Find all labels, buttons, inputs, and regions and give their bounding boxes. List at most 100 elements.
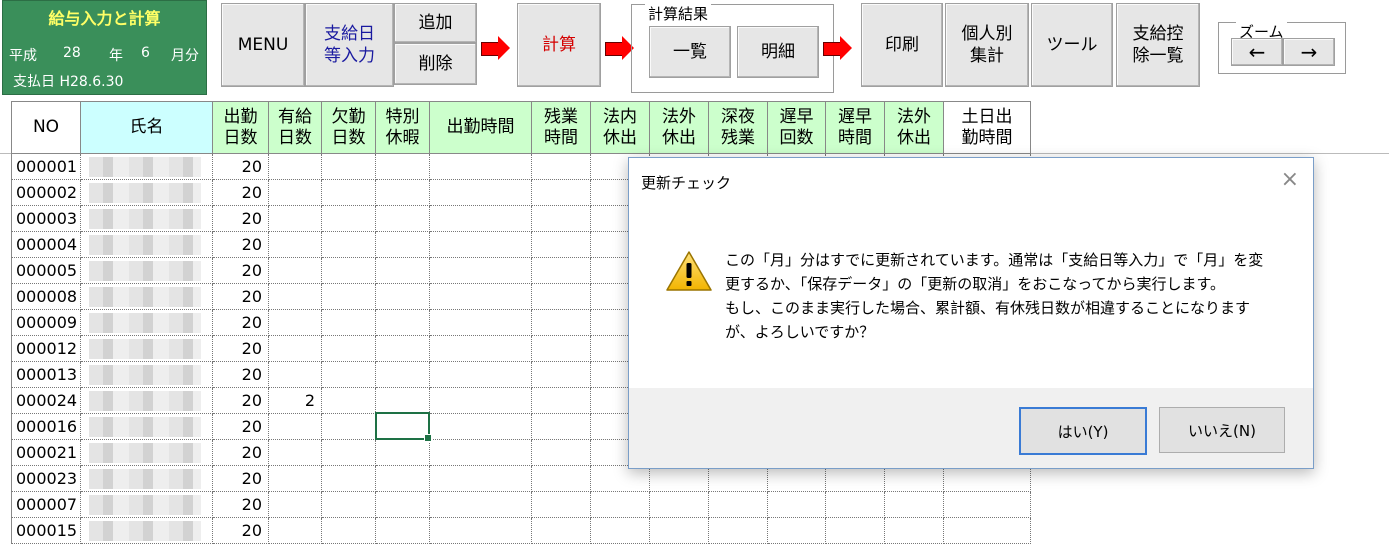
work-days-cell[interactable]: 20 (213, 232, 269, 258)
grid-cell[interactable] (944, 466, 1031, 492)
grid-cell[interactable] (591, 518, 650, 544)
grid-cell[interactable] (430, 180, 532, 206)
grid-cell[interactable] (591, 466, 650, 492)
paid-leave-cell[interactable] (269, 440, 322, 466)
grid-cell[interactable] (709, 492, 768, 518)
employee-no-cell[interactable]: 000001 (11, 154, 81, 180)
grid-cell[interactable] (322, 310, 376, 336)
zoom-in-button[interactable]: → (1283, 38, 1335, 66)
grid-cell[interactable] (591, 492, 650, 518)
work-days-cell[interactable]: 20 (213, 336, 269, 362)
grid-cell[interactable] (826, 466, 885, 492)
close-icon[interactable]: × (1281, 167, 1299, 192)
work-days-cell[interactable]: 20 (213, 388, 269, 414)
grid-cell[interactable] (430, 492, 532, 518)
grid-cell[interactable] (885, 492, 944, 518)
employee-name-cell[interactable] (81, 440, 213, 466)
grid-cell[interactable] (532, 284, 591, 310)
work-days-cell[interactable]: 20 (213, 310, 269, 336)
grid-cell[interactable] (322, 440, 376, 466)
grid-cell[interactable] (430, 414, 532, 440)
work-days-cell[interactable]: 20 (213, 492, 269, 518)
employee-no-cell[interactable]: 000023 (11, 466, 81, 492)
grid-cell[interactable] (430, 440, 532, 466)
work-days-cell[interactable]: 20 (213, 284, 269, 310)
paid-leave-cell[interactable] (269, 466, 322, 492)
grid-cell[interactable] (768, 492, 826, 518)
payday-input-button[interactable]: 支給日 等入力 (305, 3, 394, 87)
grid-cell[interactable] (650, 466, 709, 492)
grid-cell[interactable] (885, 518, 944, 544)
work-days-cell[interactable]: 20 (213, 206, 269, 232)
grid-cell[interactable] (376, 518, 430, 544)
add-button[interactable]: 追加 (394, 3, 477, 43)
grid-cell[interactable] (650, 518, 709, 544)
grid-cell[interactable] (532, 336, 591, 362)
employee-no-cell[interactable]: 000003 (11, 206, 81, 232)
employee-name-cell[interactable] (81, 284, 213, 310)
grid-cell[interactable] (650, 492, 709, 518)
grid-cell[interactable] (885, 466, 944, 492)
paid-leave-cell[interactable]: 2 (269, 388, 322, 414)
grid-cell[interactable] (532, 466, 591, 492)
grid-cell[interactable] (768, 518, 826, 544)
grid-cell[interactable] (376, 310, 430, 336)
employee-name-cell[interactable] (81, 180, 213, 206)
grid-cell[interactable] (532, 232, 591, 258)
grid-cell[interactable] (430, 232, 532, 258)
individual-summary-button[interactable]: 個人別 集計 (945, 3, 1029, 87)
grid-cell[interactable] (376, 388, 430, 414)
grid-cell[interactable] (322, 388, 376, 414)
grid-cell[interactable] (532, 180, 591, 206)
grid-cell[interactable] (322, 466, 376, 492)
grid-cell[interactable] (430, 466, 532, 492)
grid-cell[interactable] (430, 388, 532, 414)
grid-cell[interactable] (768, 466, 826, 492)
grid-cell[interactable] (376, 180, 430, 206)
work-days-cell[interactable]: 20 (213, 466, 269, 492)
employee-name-cell[interactable] (81, 206, 213, 232)
grid-cell[interactable] (322, 154, 376, 180)
grid-cell[interactable] (709, 518, 768, 544)
grid-cell[interactable] (430, 284, 532, 310)
employee-name-cell[interactable] (81, 362, 213, 388)
grid-cell[interactable] (532, 414, 591, 440)
paid-leave-cell[interactable] (269, 518, 322, 544)
no-button[interactable]: いいえ(N) (1159, 407, 1285, 453)
employee-no-cell[interactable]: 000016 (11, 414, 81, 440)
grid-cell[interactable] (532, 362, 591, 388)
grid-cell[interactable] (376, 258, 430, 284)
paid-leave-cell[interactable] (269, 232, 322, 258)
employee-no-cell[interactable]: 000015 (11, 518, 81, 544)
employee-no-cell[interactable]: 000005 (11, 258, 81, 284)
grid-cell[interactable] (376, 362, 430, 388)
paid-leave-cell[interactable] (269, 492, 322, 518)
work-days-cell[interactable]: 20 (213, 518, 269, 544)
grid-cell[interactable] (430, 362, 532, 388)
employee-no-cell[interactable]: 000002 (11, 180, 81, 206)
employee-name-cell[interactable] (81, 466, 213, 492)
employee-no-cell[interactable]: 000021 (11, 440, 81, 466)
grid-cell[interactable] (826, 492, 885, 518)
paid-leave-cell[interactable] (269, 154, 322, 180)
tools-button[interactable]: ツール (1031, 3, 1113, 87)
employee-name-cell[interactable] (81, 310, 213, 336)
paid-leave-cell[interactable] (269, 258, 322, 284)
yes-button[interactable]: はい(Y) (1019, 407, 1147, 455)
employee-name-cell[interactable] (81, 154, 213, 180)
employee-no-cell[interactable]: 000012 (11, 336, 81, 362)
grid-cell[interactable] (532, 206, 591, 232)
paid-leave-cell[interactable] (269, 180, 322, 206)
grid-cell[interactable] (376, 284, 430, 310)
grid-cell[interactable] (322, 362, 376, 388)
list-button[interactable]: 一覧 (649, 26, 731, 78)
grid-cell[interactable] (532, 258, 591, 284)
detail-button[interactable]: 明細 (737, 26, 819, 78)
employee-no-cell[interactable]: 000024 (11, 388, 81, 414)
paid-leave-cell[interactable] (269, 414, 322, 440)
grid-cell[interactable] (430, 206, 532, 232)
grid-cell[interactable] (430, 518, 532, 544)
work-days-cell[interactable]: 20 (213, 258, 269, 284)
grid-cell[interactable] (322, 206, 376, 232)
employee-no-cell[interactable]: 000007 (11, 492, 81, 518)
